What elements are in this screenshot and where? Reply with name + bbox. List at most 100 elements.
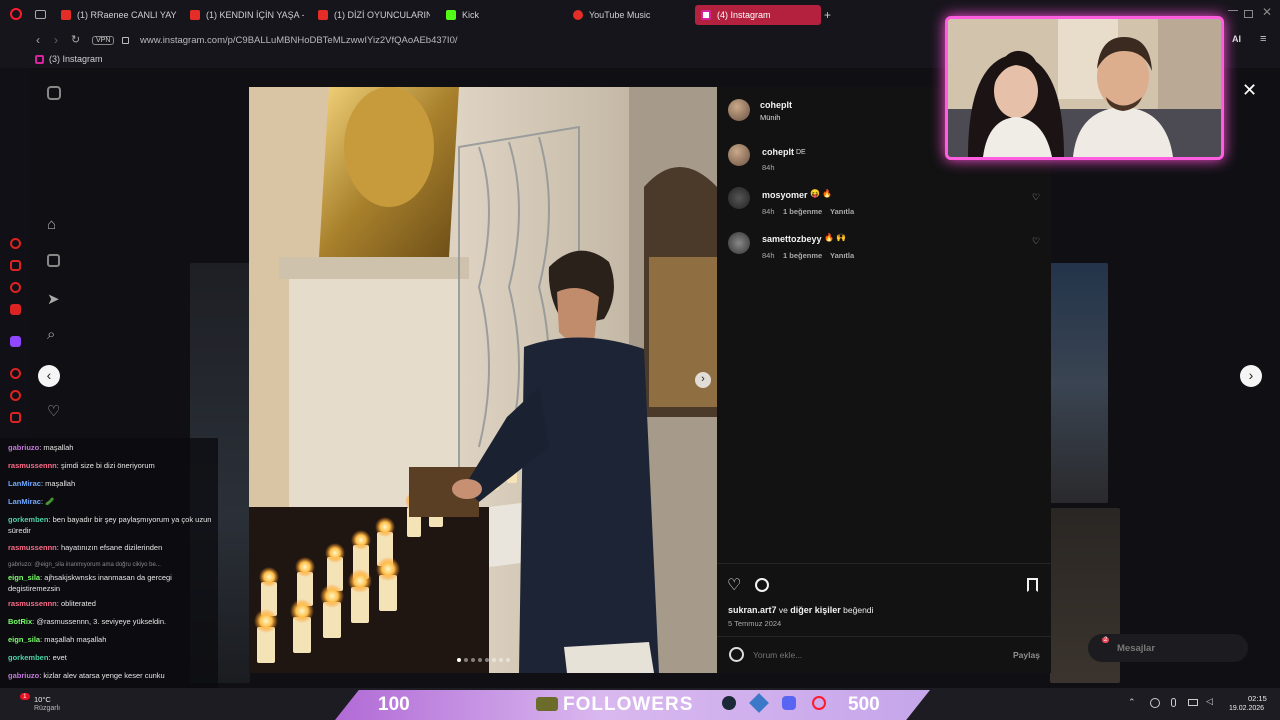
caption-author[interactable]: cohepIt [762, 147, 794, 157]
liked-by-others[interactable]: diğer kişiler [790, 605, 841, 615]
speed-dial-icon[interactable] [10, 238, 21, 249]
comment-text: 😝 🔥 [810, 189, 833, 198]
vpn-badge[interactable]: VPN [92, 36, 115, 45]
like-icon[interactable]: ♡ [727, 575, 741, 595]
reload-icon[interactable]: ↻ [71, 33, 80, 46]
tab-dizi-oyunculari[interactable]: (1) DİZİ OYUNCULARININ [312, 5, 430, 25]
extensions-icon[interactable] [10, 412, 21, 423]
chat-message: gorkemben: ben bayadır bir şey paylaşmıy… [8, 514, 213, 536]
chat-username[interactable]: gabriuzo [8, 671, 39, 680]
steam-icon[interactable] [722, 696, 736, 710]
post-author[interactable]: cohepIt [760, 100, 792, 110]
chat-text: hayatınızın efsane dizilerinden [60, 543, 163, 552]
network-icon[interactable] [1150, 698, 1160, 708]
next-post-button[interactable]: › [1240, 365, 1262, 387]
twitch-icon[interactable] [10, 336, 21, 347]
instagram-logo-icon[interactable] [47, 86, 61, 100]
opera-logo-icon[interactable] [10, 8, 22, 20]
chat-username[interactable]: rasmussennn [8, 461, 57, 470]
opera-taskbar-icon[interactable] [812, 696, 826, 710]
comment-like-icon[interactable]: ♡ [1032, 236, 1040, 247]
goal-icon [536, 697, 558, 711]
bag-icon[interactable] [10, 260, 21, 271]
chat-username[interactable]: rasmussennn [8, 599, 57, 608]
messenger-icon[interactable] [10, 282, 21, 293]
mic-icon[interactable] [1171, 698, 1176, 707]
chat-username[interactable]: eign_sila [8, 573, 40, 582]
weather-desc[interactable]: Rüzgarlı [34, 705, 60, 712]
post-photo[interactable]: › [249, 87, 717, 673]
youtube-icon [61, 10, 71, 20]
share-button[interactable]: Paylaş [1013, 650, 1040, 660]
comment-user[interactable]: mosyomer [762, 190, 808, 200]
author-avatar[interactable] [728, 99, 750, 121]
post-location[interactable]: Münih [760, 113, 780, 122]
maximize-icon[interactable] [1244, 10, 1253, 18]
clock-date[interactable]: 19.02.2026 [1229, 705, 1264, 712]
chat-username[interactable]: eign_sila [8, 635, 40, 644]
comment-input[interactable] [753, 647, 973, 663]
workspaces-icon[interactable] [35, 10, 46, 19]
minimize-icon[interactable] [1228, 10, 1238, 11]
tab-kendin-icin-yasa[interactable]: (1) KENDIN İÇİN YAŞA - Y [184, 5, 304, 25]
liked-by-user[interactable]: sukran.art7 [728, 605, 777, 615]
tab-kick[interactable]: Kick [440, 5, 550, 25]
close-modal-icon[interactable]: ✕ [1242, 80, 1257, 101]
comment-reply-button[interactable]: Yanıtla [830, 207, 854, 216]
chat-username[interactable]: gorkemben [8, 515, 48, 524]
liked-by[interactable]: sukran.art7 ve diğer kişiler beğendi [728, 605, 873, 615]
messages-bar[interactable] [1088, 634, 1248, 662]
messages-label[interactable]: Mesajlar [1117, 643, 1155, 654]
discord-icon[interactable] [782, 696, 796, 710]
chat-message: LanMirac: 🥒 [8, 496, 213, 507]
search-icon[interactable]: ⌕ [47, 326, 55, 343]
instagram-bookmark-icon[interactable] [35, 55, 44, 64]
chat-username[interactable]: rasmussennn [8, 543, 57, 552]
weather-temp[interactable]: 10°C [34, 695, 51, 704]
volume-icon[interactable]: ◁ [1206, 696, 1213, 707]
direct-icon[interactable]: ➤ [47, 290, 60, 308]
bookmark-instagram[interactable]: (3) Instagram [49, 54, 103, 64]
comment-likes[interactable]: 1 beğenme [783, 207, 822, 216]
clock-time[interactable]: 02:15 [1248, 694, 1267, 703]
home-icon[interactable]: ⌂ [47, 216, 56, 233]
tray-chevron-icon[interactable]: ⌃ [1128, 697, 1136, 708]
carousel-next-button[interactable]: › [695, 372, 711, 388]
chat-username[interactable]: LanMirac [8, 497, 41, 506]
save-icon[interactable] [1027, 578, 1038, 592]
comment-like-icon[interactable]: ♡ [1032, 192, 1040, 203]
ai-button[interactable]: AI [1232, 34, 1241, 44]
menu-icon[interactable]: ≡ [1260, 33, 1266, 45]
comment-avatar[interactable] [728, 232, 750, 254]
chat-username[interactable]: LanMirac [8, 479, 41, 488]
display-icon[interactable] [1188, 699, 1198, 706]
comment-icon[interactable] [755, 578, 769, 592]
follower-goal-label: FOLLOWERS [563, 694, 694, 715]
chat-username[interactable]: gabriuzo [8, 443, 39, 452]
chat-username[interactable]: BotRix [8, 617, 32, 626]
window-close-icon[interactable]: ✕ [1262, 5, 1272, 19]
tab-rraenee[interactable]: (1) RRaenee CANLI YAYINI [55, 5, 177, 25]
chat-username[interactable]: gorkemben [8, 653, 48, 662]
caption-avatar[interactable] [728, 144, 750, 166]
back-icon[interactable]: ‹ [36, 33, 40, 47]
history-icon[interactable] [10, 368, 21, 379]
mail-icon[interactable] [10, 304, 21, 315]
previous-post-button[interactable]: ‹ [38, 365, 60, 387]
comment-likes[interactable]: 1 beğenme [783, 251, 822, 260]
chat-message: gorkemben: evet [8, 652, 213, 663]
tab-youtube-music[interactable]: YouTube Music [567, 5, 687, 25]
clock-icon[interactable] [10, 390, 21, 401]
new-tab-button[interactable]: + [824, 8, 831, 22]
forward-icon[interactable]: › [54, 33, 58, 47]
comment-avatar[interactable] [728, 187, 750, 209]
tab-instagram[interactable]: (4) Instagram [695, 5, 821, 25]
emoji-icon[interactable] [729, 647, 744, 662]
lock-icon[interactable] [122, 37, 129, 44]
comment-reply-button[interactable]: Yanıtla [830, 251, 854, 260]
notifications-icon[interactable]: ♡ [47, 402, 60, 420]
url-field[interactable]: www.instagram.com/p/C9BALLuMBNHoDBTeMLzw… [140, 35, 458, 46]
chat-text: maşallah [45, 479, 76, 488]
reels-icon[interactable] [47, 254, 60, 267]
comment-user[interactable]: samettozbeyy [762, 234, 822, 244]
